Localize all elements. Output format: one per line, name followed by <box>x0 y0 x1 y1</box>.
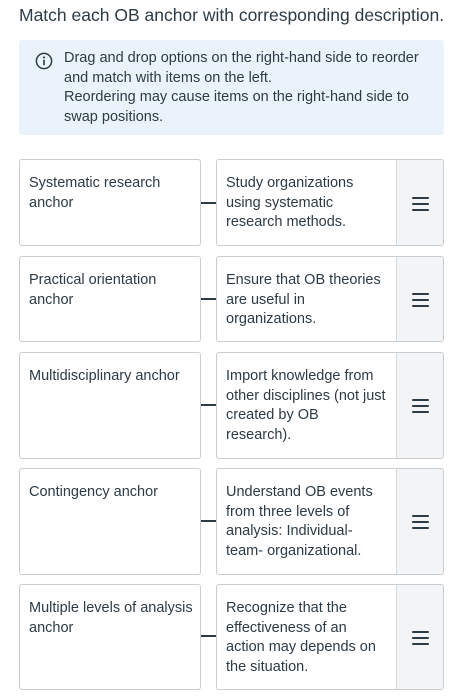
anchor-label: Multidisciplinary anchor <box>29 368 180 384</box>
anchor-label: Contingency anchor <box>29 484 158 500</box>
description-option[interactable]: Recognize that the effectiveness of an a… <box>216 584 444 690</box>
description-label: Study organizations using systematic res… <box>226 175 354 230</box>
match-connector <box>201 298 216 300</box>
anchor-label: Practical orientation anchor <box>29 272 157 308</box>
instructions-box: Drag and drop options on the right-hand … <box>19 40 444 135</box>
description-label: Recognize that the effectiveness of an a… <box>226 600 376 675</box>
anchor-item: Multiple levels of analysis anchor <box>19 584 201 690</box>
description-label: Ensure that OB theories are useful in or… <box>226 272 381 327</box>
description-option[interactable]: Ensure that OB theories are useful in or… <box>216 256 444 342</box>
description-label: Import knowledge from other disciplines … <box>226 368 386 443</box>
description-option[interactable]: Understand OB events from three levels o… <box>216 468 444 575</box>
anchor-item: Practical orientation anchor <box>19 256 201 342</box>
description-label: Understand OB events from three levels o… <box>226 484 373 559</box>
drag-handle[interactable] <box>396 353 443 458</box>
instructions-line-drag: Drag and drop options on the right-hand … <box>64 50 419 86</box>
matching-question: Match each OB anchor with corresponding … <box>0 0 463 700</box>
drag-handle-icon[interactable] <box>412 515 429 529</box>
drag-handle-icon[interactable] <box>412 399 429 413</box>
instructions-text: Drag and drop options on the right-hand … <box>64 49 436 127</box>
drag-handle[interactable] <box>396 160 443 245</box>
description-option[interactable]: Study organizations using systematic res… <box>216 159 444 246</box>
drag-handle-icon[interactable] <box>412 631 429 645</box>
drag-handle-icon[interactable] <box>412 293 429 307</box>
drag-handle[interactable] <box>396 469 443 574</box>
question-title: Match each OB anchor with corresponding … <box>19 5 445 25</box>
description-option[interactable]: Import knowledge from other disciplines … <box>216 352 444 459</box>
anchor-item: Systematic research anchor <box>19 159 201 246</box>
instructions-line-reorder: Reordering may cause items on the right-… <box>64 89 409 125</box>
match-connector <box>201 635 216 637</box>
drag-handle[interactable] <box>396 257 443 341</box>
info-icon <box>35 52 53 70</box>
anchor-label: Systematic research anchor <box>29 175 161 211</box>
drag-handle[interactable] <box>396 585 443 689</box>
drag-handle-icon[interactable] <box>412 197 429 211</box>
match-connector <box>201 520 216 522</box>
match-connector <box>201 404 216 406</box>
match-connector <box>201 202 216 204</box>
anchor-item: Multidisciplinary anchor <box>19 352 201 459</box>
anchor-label: Multiple levels of analysis anchor <box>29 600 193 636</box>
anchor-item: Contingency anchor <box>19 468 201 575</box>
